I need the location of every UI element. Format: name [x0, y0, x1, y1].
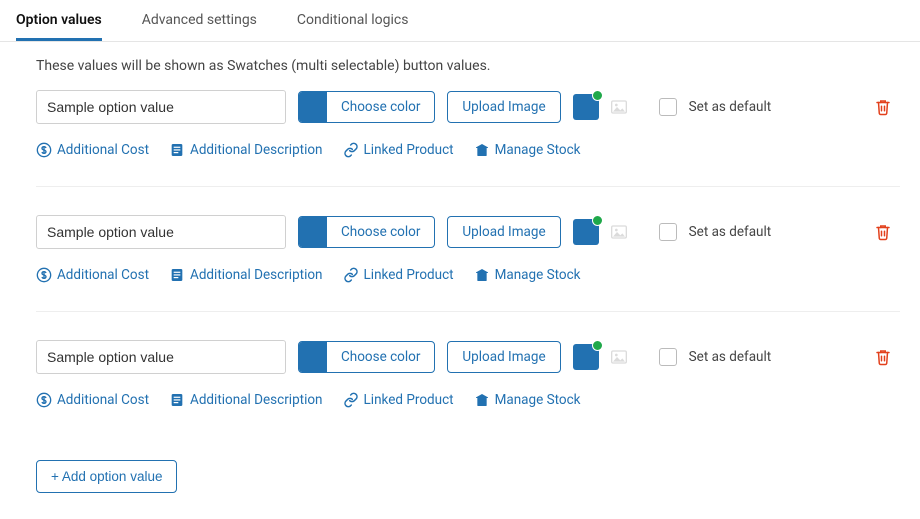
linked-product-label: Linked Product [364, 392, 454, 408]
set-default-label: Set as default [689, 349, 772, 365]
upload-image-button[interactable]: Upload Image [447, 91, 560, 123]
additional-cost-label: Additional Cost [57, 142, 149, 158]
linked-product-link[interactable]: Linked Product [343, 267, 454, 283]
color-preview-swatch[interactable] [573, 219, 599, 245]
option-value-input[interactable] [36, 340, 286, 374]
additional-description-label: Additional Description [190, 267, 323, 283]
set-default-checkbox[interactable] [659, 223, 677, 241]
option-rows: Choose color Upload Image Set as default… [0, 86, 920, 436]
additional-cost-link[interactable]: Additional Cost [36, 142, 149, 158]
delete-icon[interactable] [874, 347, 892, 367]
stock-icon [474, 392, 490, 408]
option-row: Choose color Upload Image Set as default… [36, 86, 900, 186]
set-default-label: Set as default [689, 224, 772, 240]
image-placeholder-icon [611, 225, 627, 239]
linked-product-link[interactable]: Linked Product [343, 142, 454, 158]
option-row: Choose color Upload Image Set as default… [36, 311, 900, 436]
image-placeholder-icon [611, 350, 627, 364]
dollar-icon [36, 267, 52, 283]
manage-stock-label: Manage Stock [495, 392, 581, 408]
link-icon [343, 142, 359, 158]
stock-icon [474, 267, 490, 283]
choose-color-label: Choose color [327, 224, 434, 240]
manage-stock-link[interactable]: Manage Stock [474, 142, 581, 158]
choose-color-button[interactable]: Choose color [298, 91, 435, 123]
stock-icon [474, 142, 490, 158]
hint-text: These values will be shown as Swatches (… [0, 42, 920, 86]
additional-description-link[interactable]: Additional Description [169, 267, 323, 283]
additional-description-link[interactable]: Additional Description [169, 392, 323, 408]
choose-color-button[interactable]: Choose color [298, 216, 435, 248]
color-swatch-fill [299, 342, 327, 372]
manage-stock-label: Manage Stock [495, 267, 581, 283]
set-default-label: Set as default [689, 99, 772, 115]
additional-description-link[interactable]: Additional Description [169, 142, 323, 158]
tab-option-values[interactable]: Option values [16, 0, 102, 41]
additional-cost-label: Additional Cost [57, 392, 149, 408]
description-icon [169, 267, 185, 283]
additional-cost-label: Additional Cost [57, 267, 149, 283]
tabs-bar: Option values Advanced settings Conditio… [0, 0, 920, 42]
color-preview-swatch[interactable] [573, 344, 599, 370]
additional-cost-link[interactable]: Additional Cost [36, 392, 149, 408]
delete-icon[interactable] [874, 222, 892, 242]
description-icon [169, 142, 185, 158]
set-default-checkbox[interactable] [659, 348, 677, 366]
manage-stock-link[interactable]: Manage Stock [474, 267, 581, 283]
additional-cost-link[interactable]: Additional Cost [36, 267, 149, 283]
choose-color-label: Choose color [327, 349, 434, 365]
choose-color-label: Choose color [327, 99, 434, 115]
option-value-input[interactable] [36, 215, 286, 249]
tab-advanced-settings[interactable]: Advanced settings [142, 0, 257, 41]
image-placeholder-icon [611, 100, 627, 114]
additional-description-label: Additional Description [190, 392, 323, 408]
upload-image-button[interactable]: Upload Image [447, 216, 560, 248]
option-row: Choose color Upload Image Set as default… [36, 186, 900, 311]
color-swatch-fill [299, 92, 327, 122]
upload-image-button[interactable]: Upload Image [447, 341, 560, 373]
linked-product-label: Linked Product [364, 142, 454, 158]
linked-product-link[interactable]: Linked Product [343, 392, 454, 408]
link-icon [343, 267, 359, 283]
linked-product-label: Linked Product [364, 267, 454, 283]
dollar-icon [36, 392, 52, 408]
color-swatch-fill [299, 217, 327, 247]
link-icon [343, 392, 359, 408]
tab-conditional-logics[interactable]: Conditional logics [297, 0, 409, 41]
manage-stock-link[interactable]: Manage Stock [474, 392, 581, 408]
set-default-checkbox[interactable] [659, 98, 677, 116]
manage-stock-label: Manage Stock [495, 142, 581, 158]
description-icon [169, 392, 185, 408]
choose-color-button[interactable]: Choose color [298, 341, 435, 373]
color-preview-swatch[interactable] [573, 94, 599, 120]
delete-icon[interactable] [874, 97, 892, 117]
dollar-icon [36, 142, 52, 158]
add-option-value-button[interactable]: + Add option value [36, 460, 177, 493]
option-value-input[interactable] [36, 90, 286, 124]
additional-description-label: Additional Description [190, 142, 323, 158]
